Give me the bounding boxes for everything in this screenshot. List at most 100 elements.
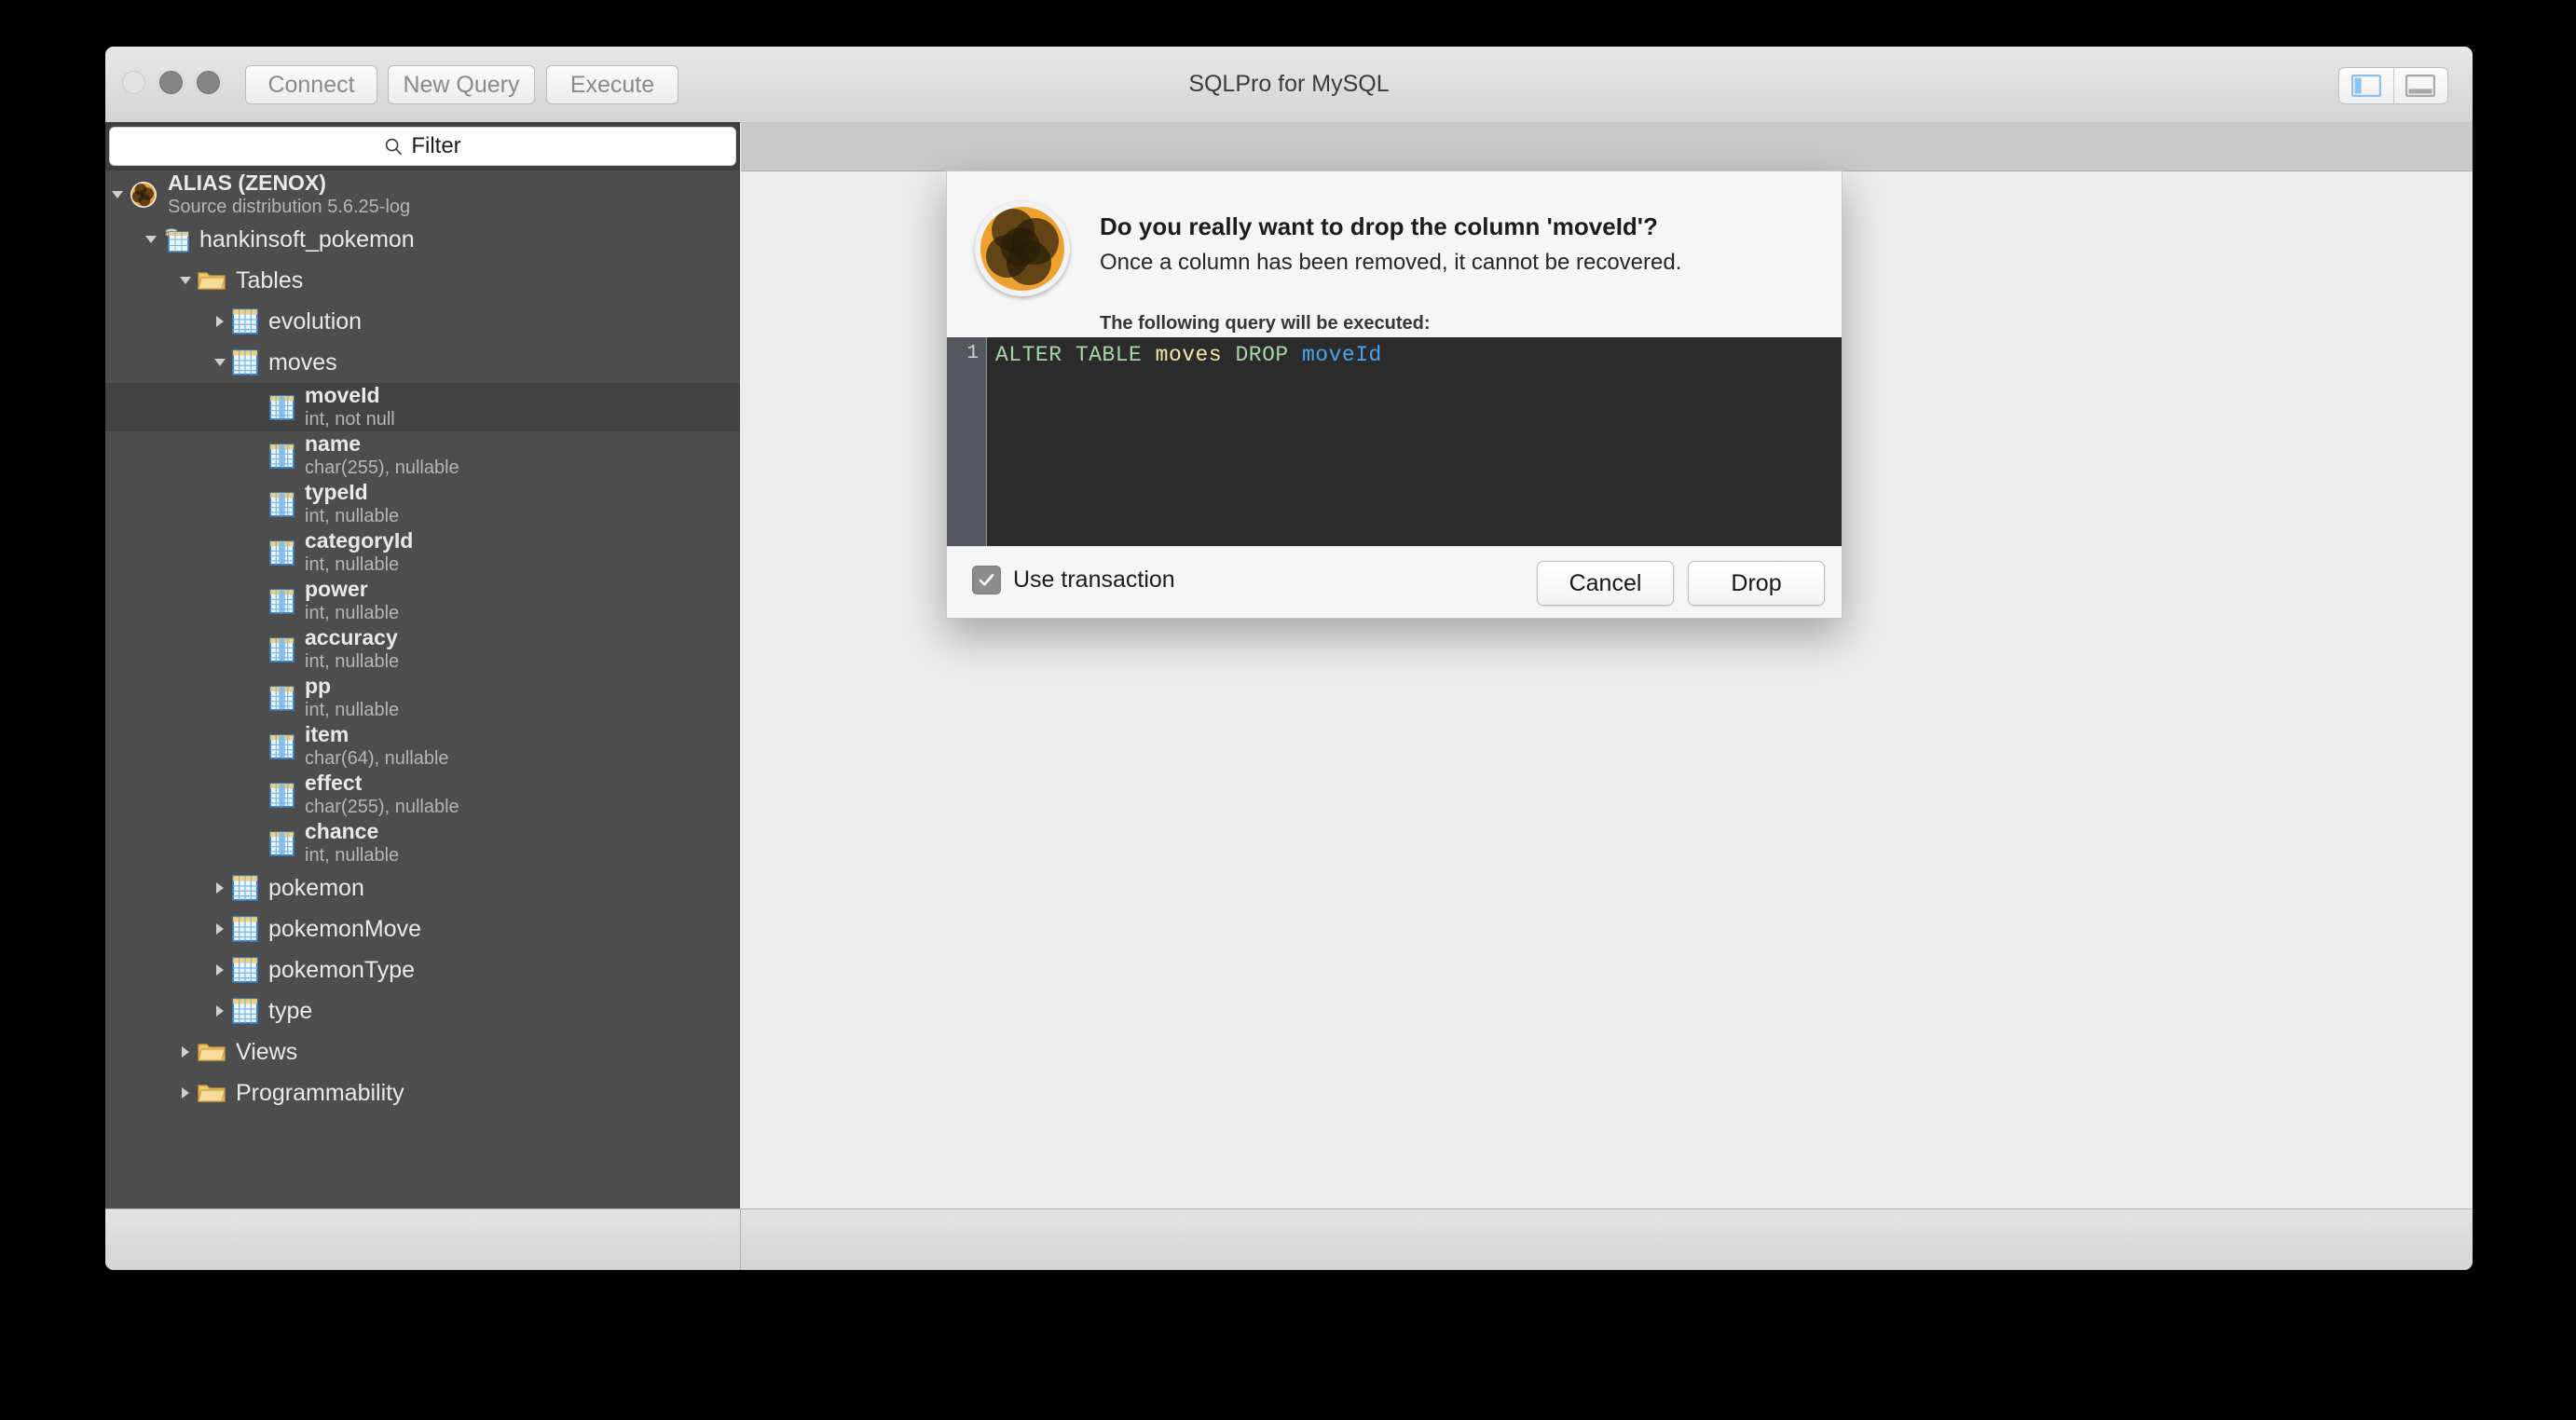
use-transaction-label: Use transaction — [1013, 567, 1175, 593]
tree-item-label: name — [305, 431, 362, 457]
tree-item-subtitle: char(255), nullable — [305, 797, 459, 818]
tree-item-views-folder[interactable]: Views — [105, 1031, 740, 1072]
twisty-right-icon[interactable] — [173, 1072, 198, 1113]
tree-item-label: pokemonType — [268, 956, 416, 983]
column-icon — [269, 588, 295, 614]
tree-item-label: power — [305, 577, 368, 602]
tree-item-table-pokemonType[interactable]: pokemonType — [105, 949, 740, 990]
column-icon — [269, 830, 295, 856]
twisty-down-icon[interactable] — [208, 342, 232, 383]
column-icon — [269, 733, 295, 759]
tree-item-column-chance[interactable]: chance int, nullable — [105, 819, 740, 867]
tree-item-programmability-folder[interactable]: Programmability — [105, 1072, 740, 1113]
tree-item-label: hankinsoft_pokemon — [199, 225, 415, 253]
twisty-down-icon[interactable] — [105, 174, 130, 215]
tree-item-subtitle: int, nullable — [305, 700, 400, 721]
dialog-subtext: Once a column has been removed, it canno… — [1100, 250, 1682, 275]
tree-item-table-pokemonMove[interactable]: pokemonMove — [105, 908, 740, 949]
tree-item-label: type — [268, 997, 313, 1024]
bottom-panel-icon[interactable] — [2392, 68, 2448, 103]
tree-item-label: chance — [305, 819, 379, 844]
tree-item-label: accuracy — [305, 625, 398, 650]
tree-item-subtitle: char(64), nullable — [305, 748, 449, 770]
query-text: ALTER TABLE moves DROP moveId — [995, 343, 1836, 367]
tree-item-label: moves — [268, 348, 337, 375]
view-toggle-group — [2338, 67, 2448, 104]
database-tree[interactable]: ALIAS (ZENOX) Source distribution 5.6.25-… — [105, 171, 740, 1209]
tree-item-label: moveId — [305, 383, 380, 408]
twisty-down-icon[interactable] — [173, 260, 198, 301]
tree-item-tables-folder[interactable]: Tables — [105, 260, 740, 301]
tree-item-column-item[interactable]: item char(64), nullable — [105, 722, 740, 771]
use-transaction-checkbox[interactable]: Use transaction — [972, 566, 1175, 594]
checkmark-icon — [979, 574, 994, 586]
drop-button[interactable]: Drop — [1688, 561, 1825, 606]
tree-item-label: Views — [236, 1038, 298, 1065]
tree-item-subtitle: int, nullable — [305, 845, 400, 867]
tree-item-table-evolution[interactable]: evolution — [105, 301, 740, 342]
tree-item-table-type[interactable]: type — [105, 990, 740, 1031]
folder-icon — [198, 1082, 226, 1104]
drop-column-dialog: Do you really want to drop the column 'm… — [946, 171, 1843, 619]
tree-item-column-moveId[interactable]: moveId int, not null — [105, 383, 740, 431]
sidebar-panel-icon[interactable] — [2339, 68, 2393, 103]
status-bar — [105, 1208, 2473, 1270]
tree-item-label: categoryId — [305, 528, 414, 553]
twisty-right-icon[interactable] — [208, 949, 232, 990]
twisty-right-icon[interactable] — [208, 990, 232, 1031]
tree-item-subtitle: int, nullable — [305, 554, 400, 576]
tree-item-table-moves[interactable]: moves — [105, 342, 740, 383]
tree-item-column-power[interactable]: power int, nullable — [105, 577, 740, 625]
tree-item-column-name[interactable]: name char(255), nullable — [105, 431, 740, 480]
content-toolbar — [741, 122, 2473, 171]
checkbox-box[interactable] — [972, 566, 1001, 594]
cancel-button[interactable]: Cancel — [1537, 561, 1674, 606]
dialog-heading: Do you really want to drop the column 'm… — [1100, 212, 1658, 240]
tree-item-column-effect[interactable]: effect char(255), nullable — [105, 771, 740, 819]
sidebar: Filter ALIAS (ZENOX) Source distribution … — [105, 122, 740, 1209]
folder-icon — [198, 269, 226, 292]
line-number-gutter: 1 — [947, 337, 987, 547]
tree-item-column-categoryId[interactable]: categoryId int, nullable — [105, 528, 740, 577]
table-icon — [232, 957, 258, 983]
table-icon — [232, 349, 258, 375]
query-token-keyword: DROP — [1235, 343, 1302, 367]
tree-item-label: effect — [305, 771, 363, 796]
tree-item-column-accuracy[interactable]: accuracy int, nullable — [105, 625, 740, 674]
query-token-column: moveId — [1301, 343, 1382, 367]
twisty-right-icon[interactable] — [208, 908, 232, 949]
folder-icon — [198, 1041, 226, 1063]
status-bar-divider — [740, 1209, 741, 1270]
tree-item-connection[interactable]: ALIAS (ZENOX) Source distribution 5.6.25-… — [105, 171, 740, 219]
tree-item-table-pokemon[interactable]: pokemon — [105, 867, 740, 908]
table-icon — [232, 875, 258, 901]
tree-item-label: pp — [305, 674, 332, 699]
app-logo-icon — [130, 181, 158, 209]
column-icon — [269, 394, 295, 420]
twisty-right-icon[interactable] — [208, 301, 232, 342]
line-number: 1 — [966, 343, 979, 364]
query-preview[interactable]: 1 ALTER TABLE moves DROP moveId — [947, 337, 1842, 547]
filter-input[interactable]: Filter — [109, 127, 736, 166]
query-token-table: moves — [1155, 343, 1236, 367]
app-window: Connect New Query Execute SQLPro for MyS… — [105, 47, 2473, 1270]
tree-item-label: pokemon — [268, 874, 364, 901]
twisty-right-icon[interactable] — [173, 1031, 198, 1072]
tree-item-label: ALIAS (ZENOX) — [168, 171, 326, 196]
tree-item-subtitle: int, nullable — [305, 603, 400, 624]
column-icon — [269, 443, 295, 469]
tree-item-database[interactable]: hankinsoft_pokemon — [105, 219, 740, 260]
table-icon — [232, 308, 258, 335]
app-logo-icon — [975, 201, 1070, 296]
tree-item-column-typeId[interactable]: typeId int, nullable — [105, 480, 740, 528]
twisty-right-icon[interactable] — [208, 867, 232, 908]
tree-item-subtitle: char(255), nullable — [305, 457, 459, 479]
tree-item-column-pp[interactable]: pp int, nullable — [105, 674, 740, 722]
twisty-down-icon[interactable] — [139, 219, 163, 260]
